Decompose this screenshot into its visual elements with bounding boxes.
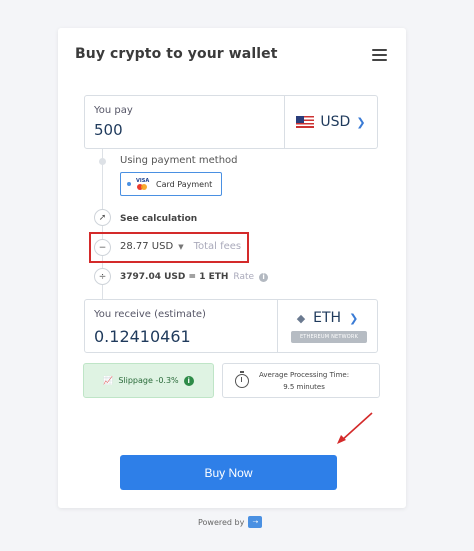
stopwatch-icon (235, 370, 249, 388)
red-arrow-icon (337, 412, 373, 444)
buy-now-button[interactable]: Buy Now (120, 455, 337, 490)
chart-icon: 📈 (103, 376, 114, 385)
ethereum-icon: ◆ (296, 311, 306, 325)
see-calculation-link[interactable]: See calculation (120, 214, 197, 224)
slippage-badge: 📈 Slippage -0.3% i (83, 363, 214, 398)
network-badge: ETHEREUM NETWORK (291, 331, 367, 343)
menu-icon[interactable] (372, 49, 387, 61)
processing-label: Average Processing Time: (259, 370, 350, 379)
slippage-text: Slippage -0.3% (118, 376, 179, 385)
powered-by-label: Powered by (198, 517, 245, 527)
currency-select-eth[interactable]: ◆ ETH ❯ ETHEREUM NETWORK (278, 300, 377, 352)
currency-select-usd[interactable]: USD ❯ (285, 96, 377, 148)
caret-down-icon: ▼ (178, 242, 184, 251)
processing-time-box: Average Processing Time: 9.5 minutes (222, 363, 380, 398)
receive-amount: 0.12410461 (94, 327, 191, 346)
processing-value: 9.5 minutes (283, 382, 325, 391)
currency-code: USD (320, 114, 351, 130)
calculator-icon: ➚ (94, 209, 111, 226)
pay-field: You pay 500 USD ❯ (84, 95, 378, 149)
selected-radio (127, 182, 131, 186)
divide-icon: ÷ (94, 268, 111, 285)
fees-row[interactable]: 28.77 USD ▼ Total fees (120, 241, 241, 252)
rate-row: 3797.04 USD = 1 ETH Rate i (120, 272, 269, 282)
card-payment-label: Card Payment (156, 179, 213, 189)
rate-label: Rate (233, 272, 255, 282)
receive-label: You receive (estimate) (94, 309, 206, 320)
pay-amount-input[interactable]: 500 (94, 121, 123, 139)
payment-method-label: Using payment method (120, 155, 238, 166)
crypto-code: ETH (313, 310, 342, 326)
brand-logo-icon[interactable]: ➝ (248, 516, 263, 528)
pay-label: You pay (94, 105, 133, 116)
chevron-down-icon: ❯ (356, 115, 366, 129)
visa-mastercard-icon: VISA (136, 178, 151, 190)
info-icon[interactable]: i (259, 272, 269, 282)
timeline-dot (99, 158, 106, 165)
card-payment-option[interactable]: VISA Card Payment (120, 172, 222, 196)
receive-field: You receive (estimate) 0.12410461 ◆ ETH … (84, 299, 378, 353)
widget-title: Buy crypto to your wallet (75, 46, 278, 62)
rate-value: 3797.04 USD = 1 ETH (120, 272, 229, 282)
info-icon[interactable]: i (183, 375, 194, 386)
us-flag-icon (296, 116, 315, 128)
chevron-down-icon: ❯ (349, 311, 359, 325)
powered-by: Powered by ➝ (198, 516, 263, 528)
fees-label: Total fees (193, 241, 242, 252)
fees-amount: 28.77 USD (120, 241, 174, 252)
